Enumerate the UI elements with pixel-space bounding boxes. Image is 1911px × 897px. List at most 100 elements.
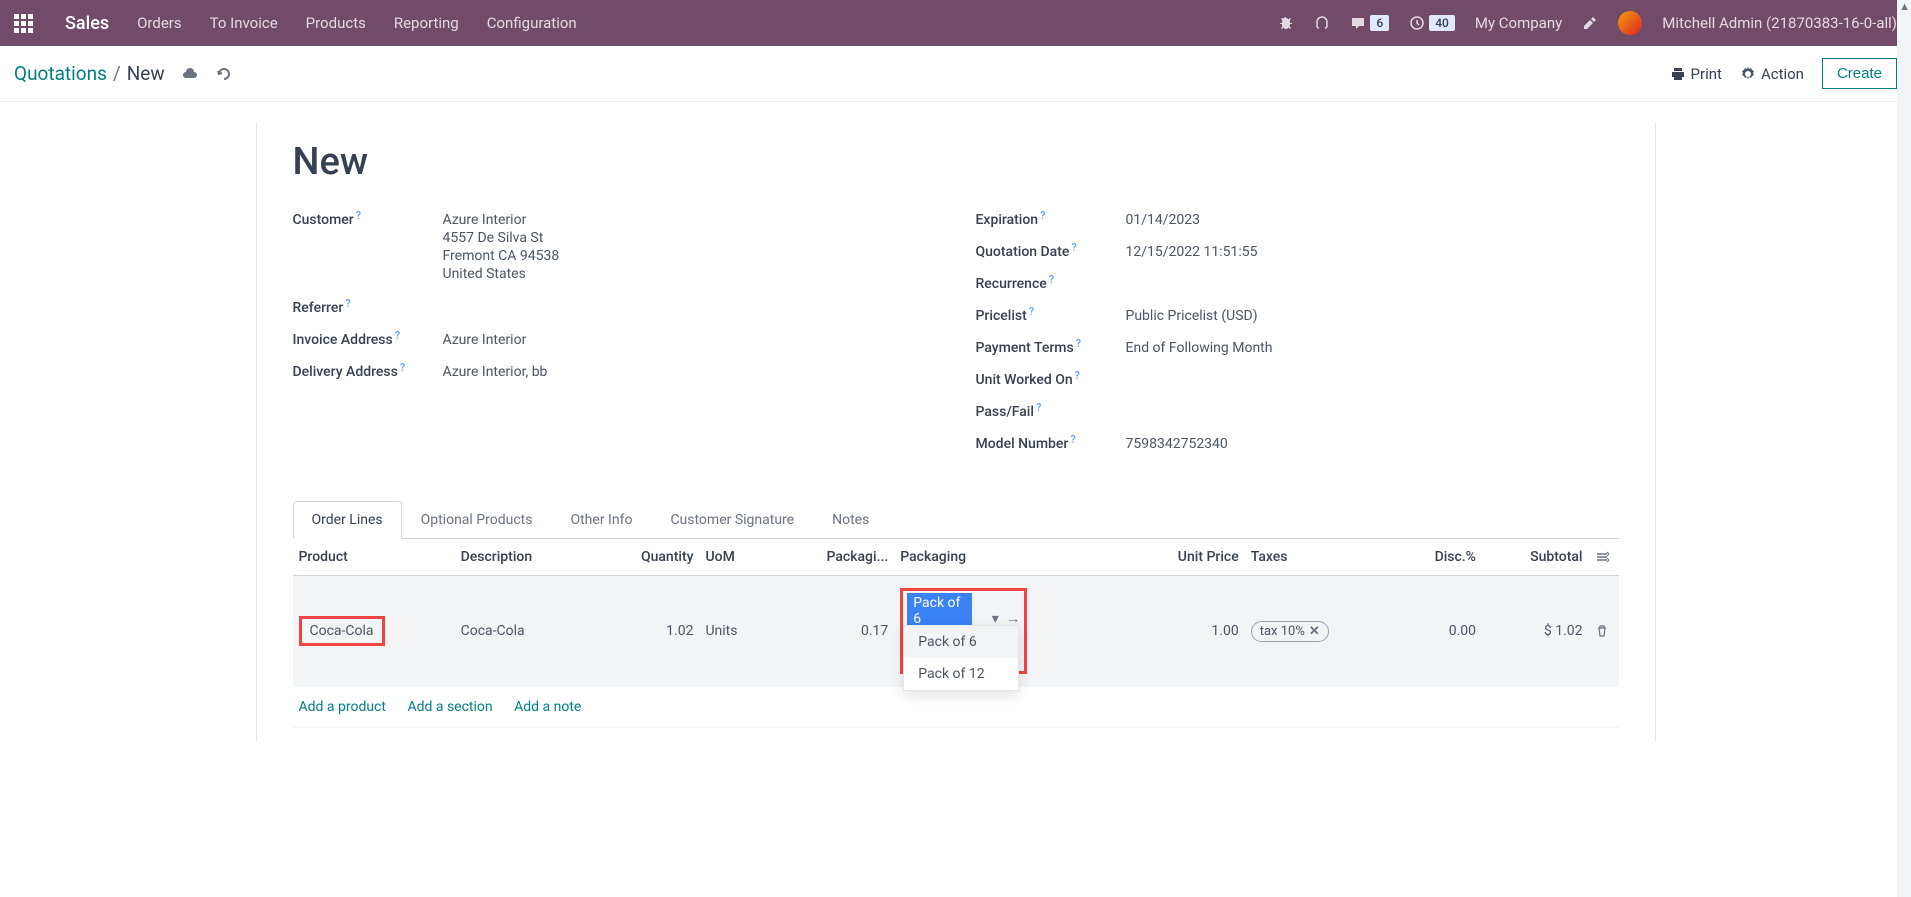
user-name[interactable]: Mitchell Admin (21870383-16-0-all) [1662,14,1897,32]
debug-icon[interactable] [1278,15,1294,31]
recurrence-label: Recurrence? [976,276,1126,292]
cell-packaging[interactable]: Pack of 6 ▾ → Pack of 6 Pack of 12 [894,576,1124,687]
nav-left: Sales Orders To Invoice Products Reporti… [14,13,577,34]
tax-label: tax 10% [1260,624,1305,639]
delivery-address-label: Delivery Address? [293,364,443,380]
action-button[interactable]: Action [1740,65,1804,83]
col-uom[interactable]: UoM [699,539,772,576]
breadcrumb-parent[interactable]: Quotations [14,62,107,85]
col-packaging[interactable]: Packaging [894,539,1124,576]
tab-order-lines[interactable]: Order Lines [293,501,402,539]
col-quantity[interactable]: Quantity [593,539,700,576]
nav-products[interactable]: Products [306,14,366,32]
referrer-value[interactable] [443,300,936,316]
cell-uom[interactable]: Units [699,576,772,687]
cell-packaging-qty[interactable]: 0.17 [772,576,894,687]
apps-icon[interactable] [14,14,33,33]
scroll-up-icon[interactable]: ▲ [1899,0,1910,13]
model-number-label: Model Number? [976,436,1126,452]
cell-description[interactable]: Coca-Cola [455,576,593,687]
invoice-address-label: Invoice Address? [293,332,443,348]
col-packaging-qty[interactable]: Packagi... [772,539,894,576]
breadcrumb-sep: / [113,62,121,85]
col-unit-price[interactable]: Unit Price [1124,539,1245,576]
payment-terms-value[interactable]: End of Following Month [1126,340,1619,356]
col-taxes[interactable]: Taxes [1245,539,1394,576]
messages-icon[interactable]: 6 [1350,15,1389,31]
passfail-label: Pass/Fail? [976,404,1126,420]
packaging-input[interactable]: Pack of 6 [907,593,972,629]
cell-subtotal: $ 1.02 [1482,576,1589,687]
product-highlight: Coca-Cola [299,616,385,646]
pricelist-value[interactable]: Public Pricelist (USD) [1126,308,1619,324]
quotation-date-label: Quotation Date? [976,244,1126,260]
col-product[interactable]: Product [293,539,455,576]
print-button[interactable]: Print [1670,65,1722,83]
discard-icon[interactable] [215,65,233,83]
create-button[interactable]: Create [1822,58,1897,89]
tools-icon[interactable] [1582,15,1598,31]
unit-worked-label: Unit Worked On? [976,372,1126,388]
dropdown-option-pack-6[interactable]: Pack of 6 [904,626,1018,658]
avatar[interactable] [1618,11,1642,35]
top-nav: Sales Orders To Invoice Products Reporti… [0,0,1911,46]
expiration-label: Expiration? [976,212,1126,228]
tab-customer-signature[interactable]: Customer Signature [651,501,813,539]
right-column: Expiration? 01/14/2023 Quotation Date? 1… [976,212,1619,468]
scrollbar[interactable]: ▲ [1897,0,1911,897]
cell-delete[interactable] [1589,576,1619,687]
col-description[interactable]: Description [455,539,593,576]
main: New Customer? Azure Interior 4557 De Sil… [0,102,1911,782]
breadcrumb-bar: Quotations / New Print Action Create [0,46,1911,102]
dropdown-option-pack-12[interactable]: Pack of 12 [904,658,1018,690]
cell-unit-price[interactable]: 1.00 [1124,576,1245,687]
customer-label: Customer? [293,212,443,284]
page-title: New [293,122,1619,212]
nav-orders[interactable]: Orders [137,14,182,32]
expiration-value[interactable]: 01/14/2023 [1126,212,1619,228]
cloud-save-icon[interactable] [181,65,199,83]
col-subtotal[interactable]: Subtotal [1482,539,1589,576]
add-product-link[interactable]: Add a product [299,699,386,715]
nav-right: 6 40 My Company Mitchell Admin (21870383… [1278,11,1897,35]
form-columns: Customer? Azure Interior 4557 De Silva S… [293,212,1619,468]
tab-optional-products[interactable]: Optional Products [402,501,552,539]
tax-pill[interactable]: tax 10% ✕ [1251,621,1329,642]
trash-icon[interactable] [1595,623,1609,639]
tab-notes[interactable]: Notes [813,501,888,539]
company-name[interactable]: My Company [1475,14,1562,32]
add-section-link[interactable]: Add a section [407,699,492,715]
breadcrumb-actions: Print Action Create [1670,58,1897,89]
nav-configuration[interactable]: Configuration [487,14,577,32]
breadcrumb-current: New [127,62,165,85]
table-row[interactable]: Coca-Cola Coca-Cola 1.02 Units 0.17 Pack… [293,576,1619,687]
passfail-value[interactable] [1126,404,1619,420]
cell-disc[interactable]: 0.00 [1394,576,1482,687]
cell-quantity[interactable]: 1.02 [593,576,700,687]
col-options[interactable] [1589,539,1619,576]
col-disc[interactable]: Disc.% [1394,539,1482,576]
tab-other-info[interactable]: Other Info [551,501,651,539]
recurrence-value[interactable] [1126,276,1619,292]
remove-tax-icon[interactable]: ✕ [1309,624,1320,639]
content-wrap: New Customer? Azure Interior 4557 De Sil… [0,102,1911,782]
add-note-link[interactable]: Add a note [514,699,581,715]
invoice-address-value[interactable]: Azure Interior [443,332,936,348]
print-label: Print [1691,65,1722,83]
customer-value[interactable]: Azure Interior 4557 De Silva St Fremont … [443,212,936,284]
model-number-value[interactable]: 7598342752340 [1126,436,1619,452]
support-icon[interactable] [1314,15,1330,31]
unit-worked-value[interactable] [1126,372,1619,388]
quotation-date-value[interactable]: 12/15/2022 11:51:55 [1126,244,1619,260]
referrer-label: Referrer? [293,300,443,316]
cell-taxes[interactable]: tax 10% ✕ [1245,576,1394,687]
add-row: Add a product Add a section Add a note [293,687,1619,728]
nav-to-invoice[interactable]: To Invoice [210,14,278,32]
order-table: Product Description Quantity UoM Packagi… [293,539,1619,728]
activities-icon[interactable]: 40 [1409,15,1455,31]
activities-badge: 40 [1429,15,1455,31]
brand[interactable]: Sales [65,13,109,34]
nav-reporting[interactable]: Reporting [394,14,459,32]
cell-product[interactable]: Coca-Cola [293,576,455,687]
delivery-address-value[interactable]: Azure Interior, bb [443,364,936,380]
